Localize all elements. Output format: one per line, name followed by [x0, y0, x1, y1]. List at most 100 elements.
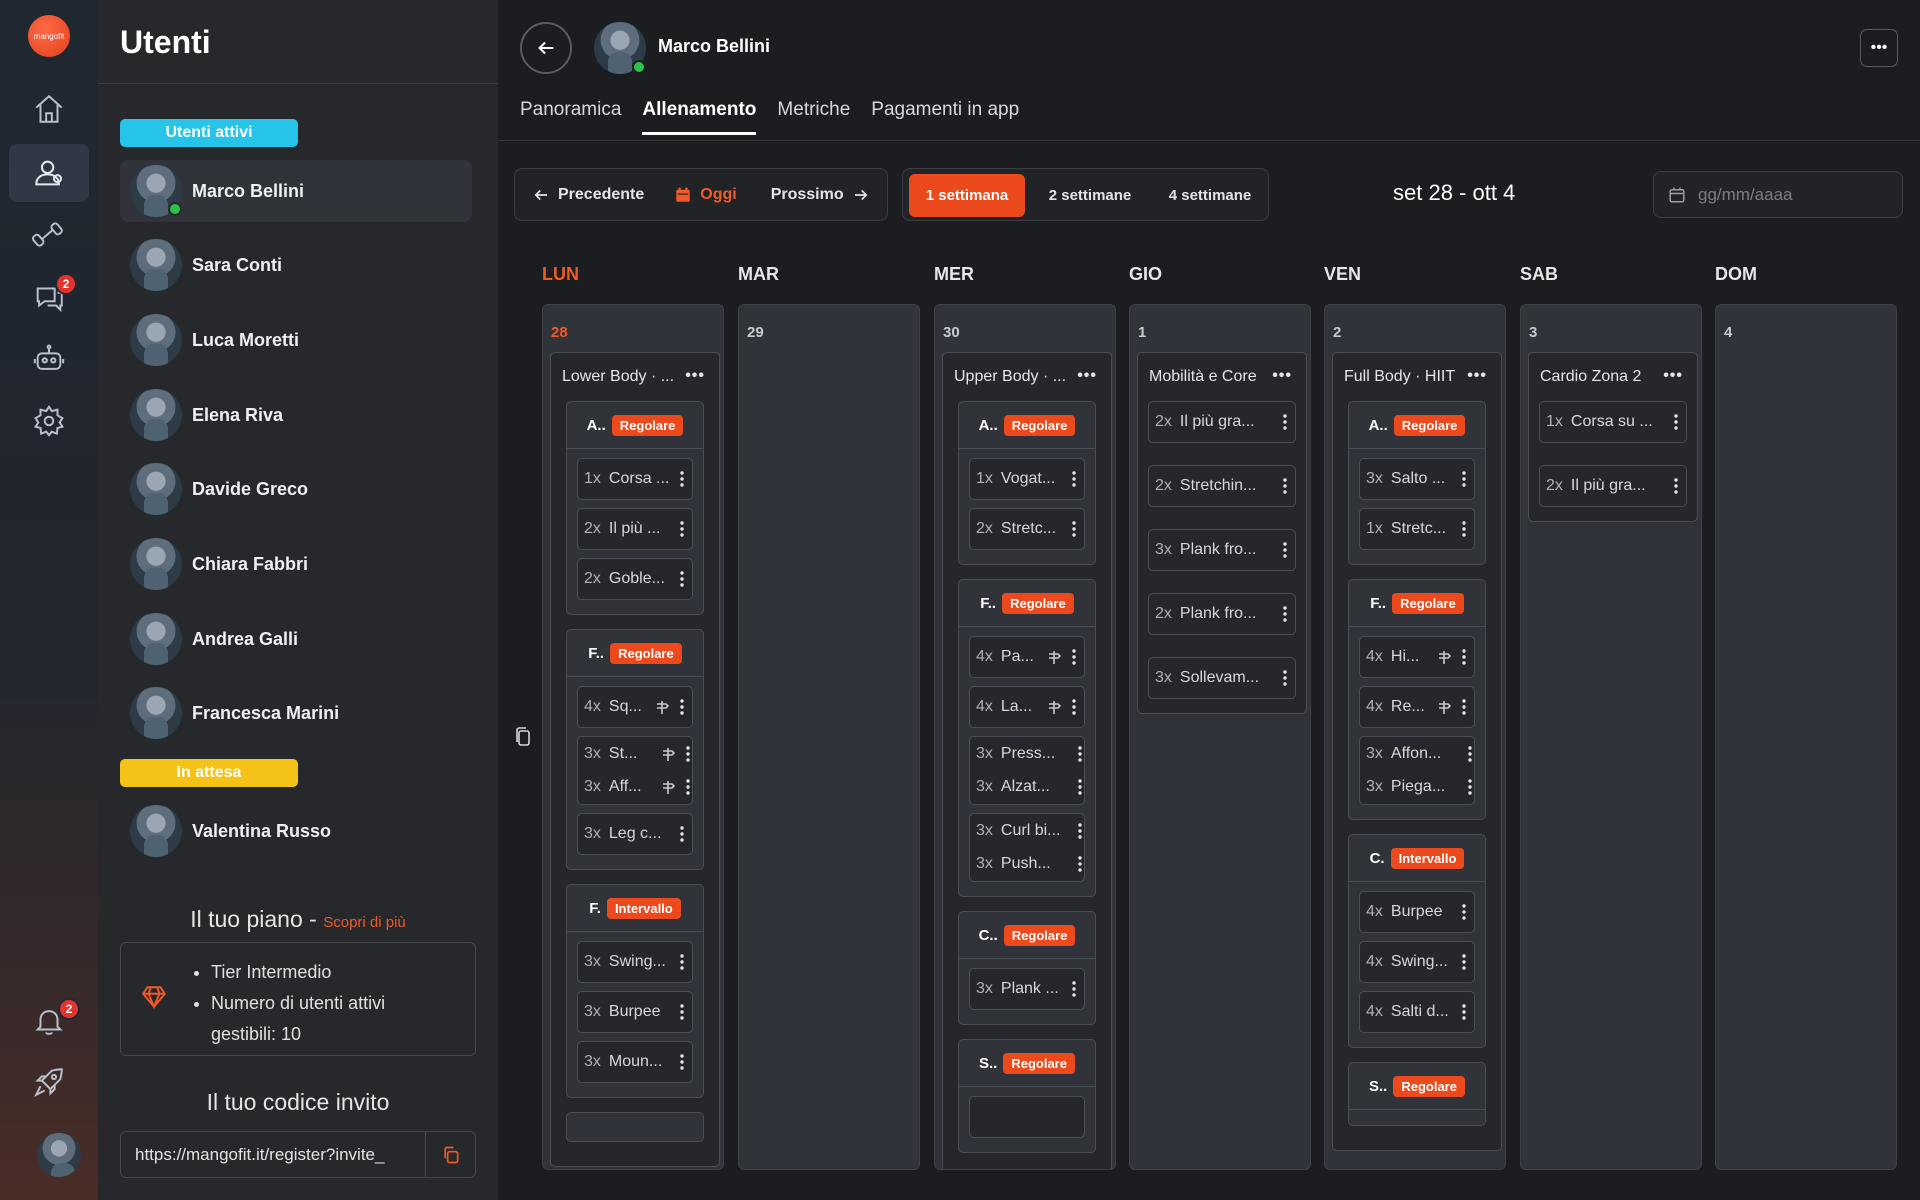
- workout-menu-button[interactable]: •••: [1467, 367, 1487, 385]
- kebab-menu-icon[interactable]: [1462, 699, 1466, 715]
- exercise-item[interactable]: 4x Hi...: [1359, 636, 1475, 678]
- kebab-menu-icon[interactable]: [1462, 954, 1466, 970]
- workout-menu-button[interactable]: •••: [1077, 367, 1097, 385]
- exercise-item[interactable]: 1x Corsa su ...: [1539, 401, 1687, 443]
- superset-item[interactable]: 3x Press... 3x Alzat...: [969, 736, 1085, 805]
- day-column-tue[interactable]: 29: [738, 304, 920, 1170]
- chat-icon[interactable]: [9, 268, 89, 326]
- kebab-menu-icon[interactable]: [680, 1054, 684, 1070]
- user-row[interactable]: Sara Conti: [120, 234, 472, 296]
- exercise-item[interactable]: 2x Il più gra...: [1539, 465, 1687, 507]
- dumbbell-icon[interactable]: [9, 206, 89, 264]
- exercise-item[interactable]: 2x Goble...: [577, 558, 693, 600]
- kebab-menu-icon[interactable]: [1468, 779, 1472, 795]
- exercise-item[interactable]: 4x Pa...: [969, 636, 1085, 678]
- day-column-wed[interactable]: 30 Upper Body · ... ••• A.. Regolare 1x Vog…: [934, 304, 1116, 1170]
- kebab-menu-icon[interactable]: [1078, 779, 1082, 795]
- day-column-fri[interactable]: 2 Full Body · HIIT ••• A.. Regolare 3x Salt…: [1324, 304, 1506, 1170]
- kebab-menu-icon[interactable]: [1072, 981, 1076, 997]
- kebab-menu-icon[interactable]: [680, 471, 684, 487]
- superset-item[interactable]: 3x Curl bi... 3x Push...: [969, 813, 1085, 882]
- user-row[interactable]: Davide Greco: [120, 458, 472, 520]
- kebab-menu-icon[interactable]: [680, 1004, 684, 1020]
- kebab-menu-icon[interactable]: [1674, 478, 1678, 494]
- exercise-item[interactable]: 4x Burpee: [1359, 891, 1475, 933]
- kebab-menu-icon[interactable]: [1462, 649, 1466, 665]
- kebab-menu-icon[interactable]: [1078, 746, 1082, 762]
- date-input[interactable]: gg/mm/aaaa: [1653, 171, 1903, 218]
- kebab-menu-icon[interactable]: [1072, 471, 1076, 487]
- kebab-menu-icon[interactable]: [1283, 606, 1287, 622]
- kebab-menu-icon[interactable]: [1283, 670, 1287, 686]
- kebab-menu-icon[interactable]: [1072, 521, 1076, 537]
- user-row[interactable]: Valentina Russo: [120, 800, 472, 862]
- day-column-mon[interactable]: 28 Lower Body · ... ••• A.. Regolare 1x Cor…: [542, 304, 724, 1170]
- kebab-menu-icon[interactable]: [1674, 414, 1678, 430]
- workout-card[interactable]: Cardio Zona 2 ••• 1x Corsa su ... 2x Il più…: [1528, 352, 1698, 522]
- kebab-menu-icon[interactable]: [1078, 856, 1082, 872]
- day-column-sat[interactable]: 3 Cardio Zona 2 ••• 1x Corsa su ... 2x Il p…: [1520, 304, 1702, 1170]
- kebab-menu-icon[interactable]: [680, 699, 684, 715]
- invite-url[interactable]: https://mangofit.it/register?invite_: [121, 1145, 425, 1165]
- exercise-item[interactable]: 4x Swing...: [1359, 941, 1475, 983]
- exercise-item[interactable]: 3x Sollevam...: [1148, 657, 1296, 699]
- superset-item[interactable]: 3x Affon... 3x Piega...: [1359, 736, 1475, 805]
- tab-allenamento[interactable]: Allenamento: [642, 99, 757, 135]
- exercise-item[interactable]: 4x La...: [969, 686, 1085, 728]
- exercise-item[interactable]: 1x Corsa ...: [577, 458, 693, 500]
- exercise-item[interactable]: 3x Moun...: [577, 1041, 693, 1083]
- workout-menu-button[interactable]: •••: [1663, 367, 1683, 385]
- workout-card[interactable]: Mobilità e Core ••• 2x Il più gra... 2x Str…: [1137, 352, 1307, 714]
- exercise-item[interactable]: 2x Plank fro...: [1148, 593, 1296, 635]
- copy-button[interactable]: [425, 1132, 475, 1177]
- user-row[interactable]: Francesca Marini: [120, 682, 472, 744]
- exercise-item[interactable]: 3x Swing...: [577, 941, 693, 983]
- kebab-menu-icon[interactable]: [1462, 904, 1466, 920]
- kebab-menu-icon[interactable]: [1072, 699, 1076, 715]
- exercise-item[interactable]: 4x Re...: [1359, 686, 1475, 728]
- day-column-sun[interactable]: 4: [1715, 304, 1897, 1170]
- kebab-menu-icon[interactable]: [680, 571, 684, 587]
- user-row[interactable]: Chiara Fabbri: [120, 533, 472, 595]
- exercise-item[interactable]: 2x Il più ...: [577, 508, 693, 550]
- exercise-item[interactable]: 4x Salti d...: [1359, 991, 1475, 1033]
- exercise-item[interactable]: [969, 1096, 1085, 1138]
- more-menu-button[interactable]: •••: [1860, 29, 1898, 67]
- range-2-weeks[interactable]: 2 settimane: [1033, 174, 1147, 217]
- exercise-item[interactable]: 3x Burpee: [577, 991, 693, 1033]
- copy-icon[interactable]: [514, 726, 532, 748]
- kebab-menu-icon[interactable]: [686, 746, 690, 762]
- exercise-item[interactable]: 3x Salto ...: [1359, 458, 1475, 500]
- kebab-menu-icon[interactable]: [1468, 746, 1472, 762]
- kebab-menu-icon[interactable]: [1462, 1004, 1466, 1020]
- kebab-menu-icon[interactable]: [680, 826, 684, 842]
- workout-card[interactable]: Lower Body · ... ••• A.. Regolare 1x Corsa …: [550, 352, 720, 1167]
- range-4-weeks[interactable]: 4 settimane: [1153, 174, 1267, 217]
- kebab-menu-icon[interactable]: [1462, 471, 1466, 487]
- exercise-item[interactable]: 3x Plank fro...: [1148, 529, 1296, 571]
- profile-avatar[interactable]: [37, 1133, 81, 1177]
- home-icon[interactable]: [9, 80, 89, 138]
- tab-panoramica[interactable]: Panoramica: [520, 99, 621, 135]
- kebab-menu-icon[interactable]: [1462, 521, 1466, 537]
- invite-field[interactable]: https://mangofit.it/register?invite_: [120, 1131, 476, 1178]
- mangofit-logo[interactable]: mangofit: [28, 15, 70, 57]
- exercise-item[interactable]: 1x Vogat...: [969, 458, 1085, 500]
- kebab-menu-icon[interactable]: [1283, 414, 1287, 430]
- exercise-item[interactable]: 1x Stretc...: [1359, 508, 1475, 550]
- kebab-menu-icon[interactable]: [1072, 649, 1076, 665]
- user-row[interactable]: Marco Bellini: [120, 160, 472, 222]
- kebab-menu-icon[interactable]: [680, 521, 684, 537]
- day-column-thu[interactable]: 1 Mobilità e Core ••• 2x Il più gra... 2x S…: [1129, 304, 1311, 1170]
- kebab-menu-icon[interactable]: [1078, 823, 1082, 839]
- workout-menu-button[interactable]: •••: [685, 367, 705, 385]
- workout-card[interactable]: Upper Body · ... ••• A.. Regolare 1x Vogat.…: [942, 352, 1112, 1169]
- gear-icon[interactable]: [9, 392, 89, 450]
- rocket-icon[interactable]: [9, 1053, 89, 1111]
- tab-pagamenti[interactable]: Pagamenti in app: [871, 99, 1019, 135]
- exercise-item[interactable]: 2x Stretc...: [969, 508, 1085, 550]
- workout-menu-button[interactable]: •••: [1272, 367, 1292, 385]
- kebab-menu-icon[interactable]: [680, 954, 684, 970]
- today-button[interactable]: Oggi: [674, 186, 737, 204]
- prev-button[interactable]: Precedente: [532, 186, 644, 204]
